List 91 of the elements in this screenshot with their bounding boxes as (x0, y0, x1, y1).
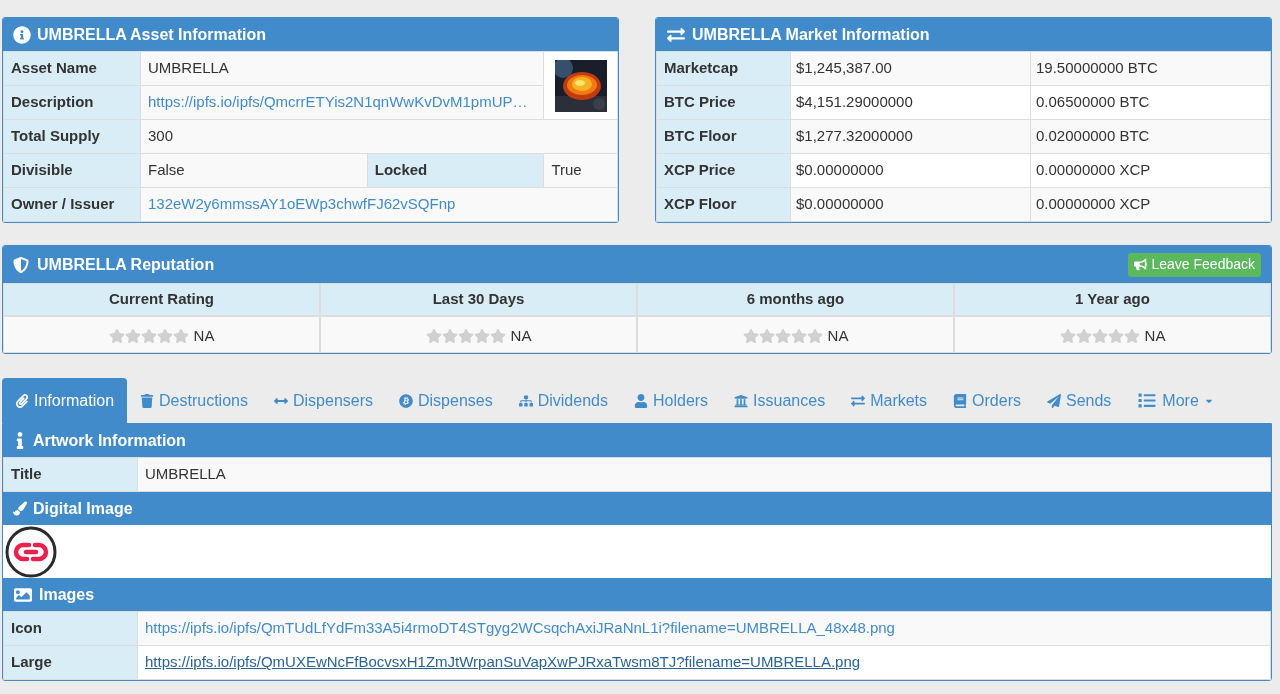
cell-text: 300 (148, 127, 174, 145)
book-icon (953, 393, 968, 408)
star-icon (758, 328, 775, 344)
tab[interactable]: Orders (940, 378, 1034, 423)
panel-title: UMBRELLA Reputation (37, 254, 215, 275)
list-icon (1137, 392, 1158, 409)
paper-plane-icon (1046, 393, 1061, 408)
sitemap-icon (518, 393, 533, 408)
cell-text: UMBRELLA (145, 465, 226, 483)
row-label: Large (3, 645, 138, 680)
table-cell: 0.02000000 BTC (1030, 119, 1271, 154)
row-label: Asset Name (3, 51, 141, 86)
section-title: Digital Image (33, 498, 133, 519)
star-icon (425, 328, 442, 344)
row-label: Marketcap (656, 51, 791, 86)
table-cell: 0.00000000 XCP (1030, 187, 1271, 222)
row-label: Description (3, 85, 141, 120)
rating-value: NA (510, 325, 532, 346)
star-icon (489, 328, 506, 344)
paperclip-icon (15, 393, 29, 408)
table-cell: True (543, 153, 618, 188)
rating-value: NA (1144, 325, 1166, 346)
section-title: Artwork Information (33, 430, 186, 451)
table-cell: 0.00000000 XCP (1030, 153, 1271, 188)
row-label: BTC Price (656, 85, 791, 120)
rating-value: NA (827, 325, 849, 346)
star-icon (156, 328, 173, 344)
rating-heading: 1 Year ago (954, 283, 1271, 316)
star-icon (742, 328, 759, 344)
table-cell: 19.50000000 BTC (1030, 51, 1271, 86)
cell-text: UMBRELLA (148, 59, 229, 77)
star-icon (172, 328, 189, 344)
table-cell: $1,245,387.00 (790, 51, 1031, 86)
table-cell: $1,277.32000000 (790, 119, 1031, 154)
paintbrush-icon (13, 500, 27, 517)
row-label: Icon (3, 611, 138, 646)
tab[interactable]: Destructions (127, 378, 261, 423)
rating-value: NA (193, 325, 215, 346)
tab[interactable]: Holders (620, 378, 722, 423)
star-icon (140, 328, 157, 344)
rating-heading: 6 months ago (637, 283, 954, 316)
row-label: Divisible (3, 153, 141, 188)
tab[interactable]: Dispensers (260, 378, 386, 423)
trash-icon (140, 393, 155, 408)
user-icon (633, 393, 648, 408)
table-cell: $0.00000000 (790, 153, 1031, 188)
star-icon (441, 328, 458, 344)
row-label: BTC Floor (656, 119, 791, 154)
table-cell: 0.06500000 BTC (1030, 85, 1271, 120)
row-label: Title (3, 457, 138, 492)
row-label: XCP Price (656, 153, 791, 188)
tab[interactable]: Sends (1033, 378, 1125, 423)
table-cell: $0.00000000 (790, 187, 1031, 222)
star-icon (1059, 328, 1076, 344)
star-icon (124, 328, 141, 344)
info-icon (13, 25, 31, 44)
section-title: Images (39, 584, 95, 605)
image-icon (13, 585, 33, 604)
row-label: Locked (367, 153, 544, 188)
table-cell: False (140, 153, 368, 188)
star-icon (1123, 328, 1140, 344)
tab[interactable]: Information (2, 378, 128, 423)
row-label: XCP Floor (656, 187, 791, 222)
exchange-icon (666, 25, 686, 44)
row-label: Total Supply (3, 119, 141, 154)
row-label: Owner / Issuer (3, 187, 141, 222)
megaphone-icon (1134, 258, 1148, 271)
tab[interactable]: Dividends (505, 378, 621, 423)
tab[interactable]: Issuances (721, 378, 839, 423)
panel-title: UMBRELLA Market Information (692, 24, 930, 45)
tab[interactable]: Dispenses (386, 378, 506, 423)
star-icon (1107, 328, 1124, 344)
star-icon (790, 328, 807, 344)
star-icon (457, 328, 474, 344)
leave-feedback-button[interactable]: Leave Feedback (1128, 252, 1261, 277)
star-icon (806, 328, 823, 344)
rating-heading: Current Rating (3, 283, 320, 316)
tab[interactable]: More (1124, 378, 1227, 423)
shield-icon (13, 255, 29, 274)
star-icon (108, 328, 125, 344)
panel-title: UMBRELLA Asset Information (37, 24, 267, 45)
tab[interactable]: Markets (838, 378, 941, 423)
exchange-icon (851, 393, 866, 408)
rating-heading: Last 30 Days (320, 283, 637, 316)
bank-icon (734, 393, 749, 408)
star-icon (774, 328, 791, 344)
star-icon (1075, 328, 1092, 344)
bitcoin-icon (399, 393, 413, 408)
star-icon (473, 328, 490, 344)
star-icon (1091, 328, 1108, 344)
table-cell: $4,151.29000000 (790, 85, 1031, 120)
